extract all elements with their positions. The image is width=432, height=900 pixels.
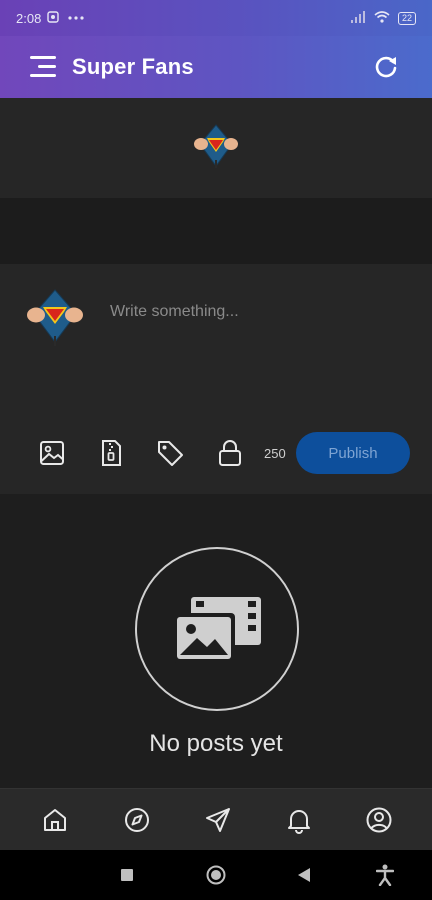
screenshot-icon — [47, 10, 60, 26]
bell-icon[interactable] — [285, 806, 313, 834]
post-input[interactable] — [110, 294, 410, 330]
battery-indicator: 22 — [397, 11, 416, 25]
empty-state-badge — [135, 547, 299, 711]
home-button-icon[interactable] — [206, 865, 226, 890]
user-avatar[interactable] — [24, 286, 86, 353]
media-gallery-icon — [171, 591, 263, 676]
zip-file-icon[interactable] — [96, 438, 126, 468]
status-time: 2:08 — [16, 10, 42, 26]
send-icon[interactable] — [204, 806, 232, 834]
system-navigation-bar — [0, 850, 432, 900]
menu-icon[interactable] — [30, 54, 60, 80]
accessibility-icon[interactable] — [375, 864, 395, 891]
lock-icon[interactable] — [215, 438, 245, 468]
tag-icon[interactable] — [155, 438, 185, 468]
recents-icon[interactable] — [120, 868, 134, 887]
cover-area — [0, 98, 432, 198]
home-icon[interactable] — [41, 806, 69, 834]
app-bar: Super Fans — [0, 36, 432, 98]
signal-icon — [350, 10, 366, 26]
spacer-strip — [0, 198, 432, 264]
posts-feed: No posts yet — [0, 494, 432, 788]
status-bar: 2:08 22 — [0, 0, 432, 36]
cover-logo[interactable] — [192, 122, 240, 175]
back-icon[interactable] — [297, 867, 311, 888]
profile-icon[interactable] — [365, 806, 393, 834]
character-count: 250 — [264, 446, 286, 461]
image-icon[interactable] — [37, 438, 67, 468]
compass-icon[interactable] — [123, 806, 151, 834]
refresh-icon[interactable] — [372, 53, 400, 81]
empty-state-message: No posts yet — [149, 730, 283, 757]
app-title: Super Fans — [72, 54, 194, 79]
wifi-icon — [374, 10, 390, 26]
post-composer: 250 Publish — [0, 264, 432, 494]
more-notifications-icon — [67, 12, 85, 24]
composer-toolbar: 250 Publish — [0, 430, 432, 476]
publish-button[interactable]: Publish — [296, 432, 410, 474]
bottom-navigation — [0, 788, 432, 850]
